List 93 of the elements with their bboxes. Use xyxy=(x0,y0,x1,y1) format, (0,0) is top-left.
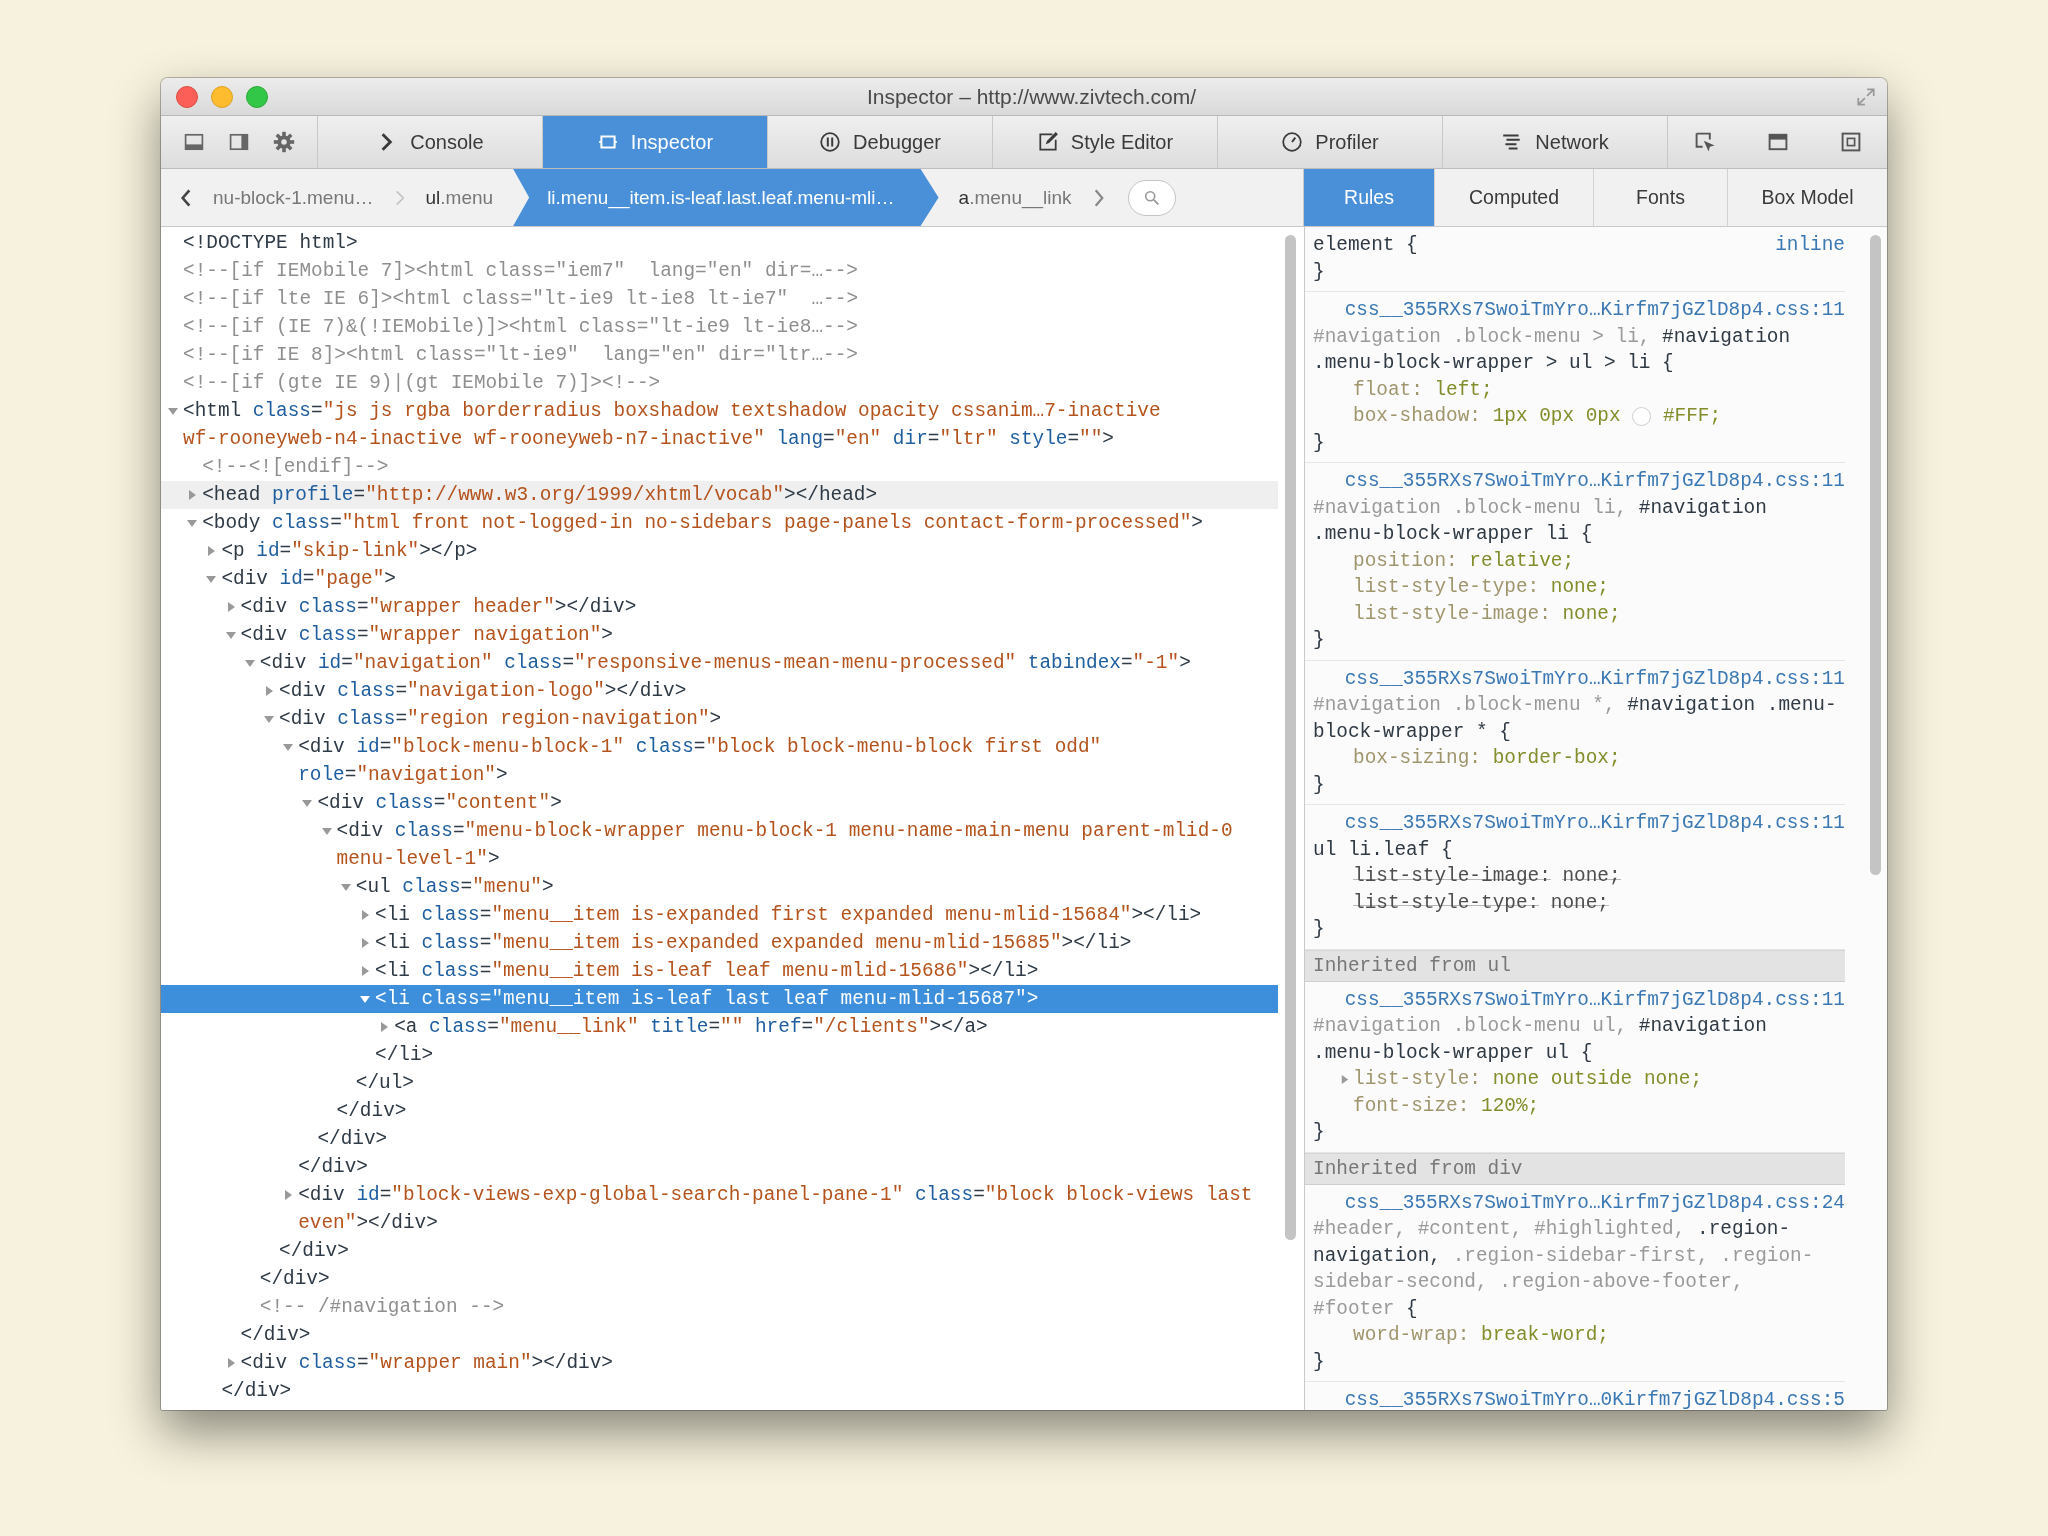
search-button[interactable] xyxy=(1127,179,1176,216)
disclosure-triangle-icon[interactable] xyxy=(359,965,371,977)
tool-tab[interactable]: Style Editor xyxy=(993,116,1218,168)
disclosure-triangle-icon[interactable] xyxy=(205,573,218,585)
settings-icon[interactable] xyxy=(272,130,297,154)
markup-line[interactable]: <ul class="menu"> xyxy=(355,873,1278,901)
close-button[interactable] xyxy=(176,85,198,108)
closing-brace: } xyxy=(1313,628,1326,653)
rule-source-link[interactable]: css__355RXs7SwoiTmYro…Kirfm7jGZlD8p4.css:24 xyxy=(1344,1189,1845,1216)
pause-icon xyxy=(819,131,842,153)
markup-line[interactable]: <div class="navigation-logo"></div> xyxy=(279,677,1278,705)
markup-line[interactable]: <li class="menu__item is-expanded expanded menu-mlid-15685"></li> xyxy=(375,929,1278,957)
markup-line[interactable]: </li> xyxy=(375,1041,1278,1069)
fullscreen-icon[interactable] xyxy=(1855,85,1877,108)
disclosure-triangle-icon[interactable] xyxy=(339,881,352,893)
markup-line[interactable]: </div> xyxy=(336,1097,1278,1125)
rule-source-link[interactable]: css__355RXs7SwoiTmYro…Kirfm7jGZlD8p4.css:11 xyxy=(1344,468,1845,495)
css-selector: ul li.leaf { xyxy=(1313,837,1454,863)
markup-line[interactable]: <li class="menu__item is-expanded first expanded menu-mlid-15684"></li> xyxy=(375,901,1278,929)
disclosure-triangle-icon[interactable] xyxy=(359,937,371,949)
markup-line[interactable]: <li class="menu__item is-leaf leaf menu-mlid-15686"></li> xyxy=(375,957,1278,985)
inherited-header: Inherited from div xyxy=(1305,1152,1845,1185)
markup-line[interactable]: </div> xyxy=(221,1377,1278,1405)
markup-line[interactable]: <div class="wrapper navigation"> xyxy=(240,621,1278,649)
disclosure-triangle-icon[interactable] xyxy=(320,825,333,837)
breadcrumb-item[interactable]: ul.menu xyxy=(419,169,500,226)
inherited-header: Inherited from ul xyxy=(1305,949,1845,982)
markup-line[interactable]: <div id="page"> xyxy=(221,565,1278,593)
markup-line[interactable]: <!DOCTYPE html> xyxy=(183,229,1278,257)
markup-line[interactable]: </div> xyxy=(298,1153,1278,1181)
disclosure-triangle-icon[interactable] xyxy=(301,797,314,809)
clock-icon xyxy=(1281,131,1304,153)
markup-line[interactable]: </div> xyxy=(279,1237,1278,1265)
rule-source-link[interactable]: css__355RXs7SwoiTmYro…0Kirfm7jGZlD8p4.css:5 xyxy=(1344,1387,1845,1410)
css-selector: #navigation .block-menu *, #navigation .menu-block-wrapper * { xyxy=(1313,693,1838,745)
css-selector: #navigation .block-menu > li, #navigation .menu-block-wrapper > ul > li { xyxy=(1313,324,1792,376)
breadcrumb-item[interactable]: a.menu__link xyxy=(952,169,1078,226)
sidebar-tab[interactable]: Box Model xyxy=(1728,169,1887,226)
markup-line[interactable]: <body class="html front not-logged-in no-sidebars page-panels contact-form-processed"> xyxy=(202,509,1278,537)
closing-brace: } xyxy=(1313,917,1326,942)
sidebar-tab[interactable]: Fonts xyxy=(1594,169,1728,226)
closing-brace: } xyxy=(1313,1120,1326,1145)
markup-line[interactable]: <div class="menu-block-wrapper menu-block-1 menu-name-main-menu parent-mlid-0 menu-level-1"> xyxy=(336,817,1278,873)
markup-line[interactable]: <p id="skip-link"></p> xyxy=(221,537,1278,565)
rule-source-link[interactable]: inline xyxy=(1775,232,1845,259)
disclosure-triangle-icon[interactable] xyxy=(282,741,295,753)
css-selector: #navigation .block-menu ul, #navigation .menu-block-wrapper ul { xyxy=(1313,1014,1768,1066)
disclosure-triangle-icon[interactable] xyxy=(1339,1073,1350,1085)
closing-brace: } xyxy=(1313,1349,1326,1375)
tool-tab[interactable]: Network xyxy=(1443,116,1668,168)
window-title: Inspector – http://www.zivtech.com/ xyxy=(865,84,1198,109)
markup-line[interactable]: </div> xyxy=(259,1265,1278,1293)
markup-line[interactable]: </div> xyxy=(317,1125,1278,1153)
disclosure-triangle-icon[interactable] xyxy=(224,629,237,641)
rule-source-link[interactable]: css__355RXs7SwoiTmYro…Kirfm7jGZlD8p4.css:11 xyxy=(1344,810,1845,837)
css-selector: #navigation .block-menu li, #navigation .menu-block-wrapper li { xyxy=(1313,495,1768,547)
markup-line[interactable]: <div id="block-menu-block-1" class="block block-menu-block first odd" role="navigation"> xyxy=(298,733,1278,789)
markup-line[interactable]: <div id="block-views-exp-global-search-panel-pane-1" class="block block-views last even"></div> xyxy=(298,1181,1278,1237)
search-icon xyxy=(1142,188,1161,207)
rule-source-link[interactable]: css__355RXs7SwoiTmYro…Kirfm7jGZlD8p4.css:11 xyxy=(1344,665,1845,692)
disclosure-triangle-icon[interactable] xyxy=(359,993,371,1005)
markup-line[interactable]: <div id="navigation" class="responsive-menus-mean-menu-processed" tabindex="-1"> xyxy=(259,649,1278,677)
scrollbar[interactable] xyxy=(1870,235,1881,875)
sidebar-tab[interactable]: Computed xyxy=(1435,169,1594,226)
css-selector: #header, #content, #highlighted, .region-navigation, .region-sidebar-first, .region-sidebar-second, .region-above-footer, #footer { xyxy=(1313,1217,1815,1322)
markup-line[interactable]: <a class="menu__link" title="" href="/clients"></a> xyxy=(394,1013,1278,1041)
disclosure-triangle-icon[interactable] xyxy=(186,517,199,529)
disclosure-triangle-icon[interactable] xyxy=(359,909,371,921)
disclosure-triangle-icon[interactable] xyxy=(243,657,256,669)
closing-brace: } xyxy=(1313,259,1326,285)
markup-line[interactable]: <div class="wrapper header"></div> xyxy=(240,593,1278,621)
markup-line[interactable]: <div class="content"> xyxy=(317,789,1278,817)
tool-tab[interactable]: Debugger xyxy=(768,116,993,168)
color-swatch[interactable] xyxy=(1632,406,1652,426)
disclosure-triangle-icon[interactable] xyxy=(263,713,275,725)
markup-line[interactable]: </div> xyxy=(240,1321,1278,1349)
rule-source-link[interactable]: css__355RXs7SwoiTmYro…Kirfm7jGZlD8p4.css:11 xyxy=(1344,986,1845,1013)
disclosure-triangle-icon[interactable] xyxy=(167,405,179,417)
closing-brace: } xyxy=(1313,772,1326,798)
markup-line[interactable]: <html class="js js rgba borderradius boxshadow textshadow opacity cssanim…7-inactive wf-rooneyweb-n4-inactive wf-rooneyweb-n7-inactive" lang="en" dir="ltr" style=""> xyxy=(183,397,1278,453)
closing-brace: } xyxy=(1313,430,1326,456)
disclosure-triangle-icon[interactable] xyxy=(263,685,275,697)
scrollbar[interactable] xyxy=(1285,235,1296,1240)
markup-line[interactable]: <div class="wrapper main"></div> xyxy=(240,1349,1278,1377)
zoom-button[interactable] xyxy=(246,85,268,108)
markup-line[interactable]: <div class="region region-navigation"> xyxy=(279,705,1278,733)
rule-source-link[interactable]: css__355RXs7SwoiTmYro…Kirfm7jGZlD8p4.css:11 xyxy=(1344,297,1845,324)
breadcrumb-item[interactable]: nu-block-1.menu… xyxy=(207,169,380,226)
minimize-button[interactable] xyxy=(211,85,233,108)
edit-icon xyxy=(1036,131,1059,153)
css-selector: element { xyxy=(1313,233,1418,258)
markup-line[interactable]: </ul> xyxy=(355,1069,1278,1097)
tool-tab[interactable]: Profiler xyxy=(1218,116,1443,168)
